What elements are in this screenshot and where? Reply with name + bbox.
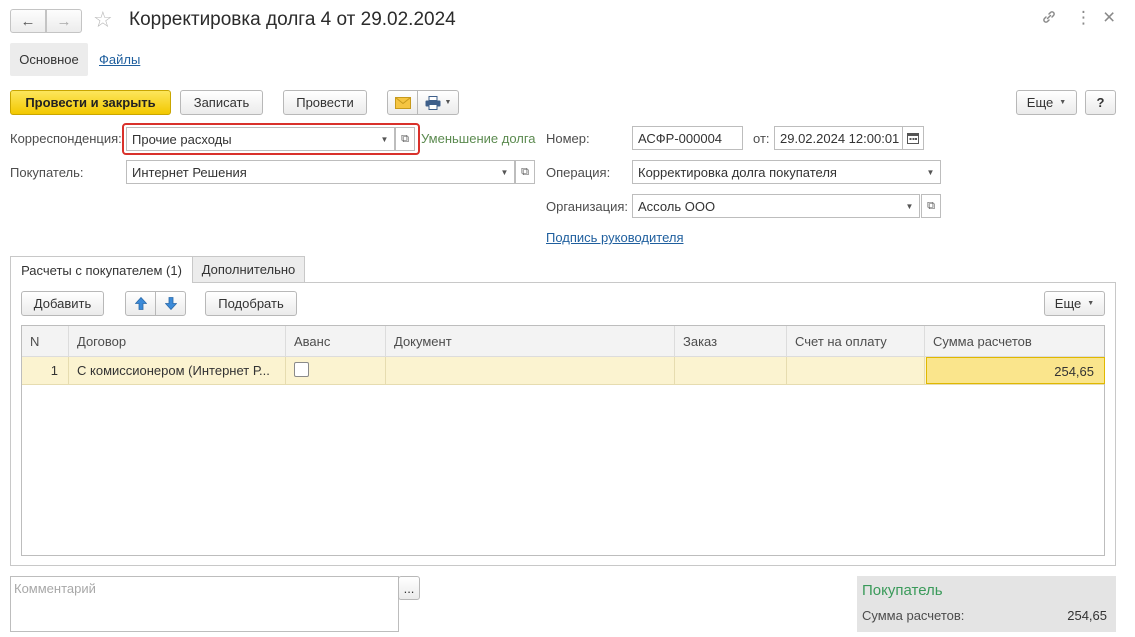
close-icon[interactable]: × [1103, 6, 1115, 30]
organization-field[interactable]: Ассоль ООО [632, 194, 901, 218]
write-button[interactable]: Записать [180, 90, 263, 115]
correspondence-field[interactable]: Прочие расходы [126, 127, 376, 151]
cell-order[interactable] [675, 357, 787, 384]
help-button[interactable]: ? [1085, 90, 1116, 115]
arrow-down-icon [164, 297, 177, 310]
move-down-button[interactable] [155, 291, 186, 316]
column-header-n[interactable]: N [22, 326, 69, 357]
cell-amount[interactable]: 254,65 [926, 357, 1105, 384]
post-and-close-button[interactable]: Провести и закрыть [10, 90, 171, 115]
envelope-icon [394, 96, 411, 109]
tab-additional[interactable]: Дополнительно [193, 256, 305, 283]
buyer-dropdown-icon[interactable]: ▼ [495, 160, 515, 184]
summary-amount-value: 254,65 [1067, 608, 1107, 623]
cell-n[interactable]: 1 [22, 357, 69, 384]
email-button[interactable] [387, 90, 418, 115]
table-row[interactable]: 1 С комиссионером (Интернет Р... 254,65 [22, 357, 1105, 385]
debt-reduction-label: Уменьшение долга [421, 131, 536, 146]
organization-label: Организация: [546, 199, 629, 214]
cell-contract[interactable]: С комиссионером (Интернет Р... [69, 357, 286, 384]
column-header-contract[interactable]: Договор [69, 326, 286, 357]
correspondence-label: Корреспонденция: [10, 131, 122, 146]
comment-field[interactable]: Комментарий [10, 576, 399, 632]
forward-button[interactable]: → [46, 9, 82, 33]
date-label: от: [753, 131, 770, 146]
print-button[interactable]: ▼ [417, 90, 459, 115]
move-up-button[interactable] [125, 291, 156, 316]
summary-panel: Покупатель Сумма расчетов: 254,65 [857, 576, 1116, 632]
arrow-left-icon: ← [20, 12, 36, 30]
column-header-amount[interactable]: Сумма расчетов [925, 326, 1104, 357]
organization-dropdown-icon[interactable]: ▼ [900, 194, 920, 218]
column-header-invoice[interactable]: Счет на оплату [787, 326, 925, 357]
chevron-down-icon: ▼ [1059, 99, 1067, 106]
chevron-down-icon: ▼ [1087, 300, 1095, 307]
buyer-open-icon[interactable]: ⧉ [515, 160, 535, 184]
summary-title: Покупатель [862, 582, 943, 599]
table-more-label: Еще [1054, 296, 1082, 311]
summary-amount-label: Сумма расчетов: [862, 608, 965, 623]
organization-open-icon[interactable]: ⧉ [921, 194, 941, 218]
link-icon[interactable] [1041, 9, 1057, 30]
buyer-label: Покупатель: [10, 165, 84, 180]
number-label: Номер: [546, 131, 590, 146]
more-menu-icon[interactable]: ⋮ [1075, 8, 1092, 28]
back-button[interactable]: ← [10, 9, 46, 33]
settlements-table[interactable]: N Договор Аванс Документ Заказ Счет на о… [21, 325, 1105, 556]
number-field[interactable]: АСФР-000004 [632, 126, 743, 150]
signature-link[interactable]: Подпись руководителя [546, 230, 684, 245]
tab-settlements[interactable]: Расчеты с покупателем (1) [10, 256, 193, 283]
operation-label: Операция: [546, 165, 611, 180]
arrow-right-icon: → [56, 12, 72, 30]
column-header-advance[interactable]: Аванс [286, 326, 386, 357]
tab-main[interactable]: Основное [10, 43, 88, 76]
cell-document[interactable] [386, 357, 675, 384]
operation-field[interactable]: Корректировка долга покупателя [632, 160, 922, 184]
favorite-star-icon[interactable]: ☆ [93, 7, 113, 33]
table-header: N Договор Аванс Документ Заказ Счет на о… [22, 326, 1104, 357]
cell-advance[interactable] [286, 357, 386, 384]
correspondence-dropdown-icon[interactable]: ▼ [375, 127, 395, 151]
more-button-label: Еще [1026, 95, 1054, 110]
operation-dropdown-icon[interactable]: ▼ [921, 160, 941, 184]
date-field[interactable]: 29.02.2024 12:00:01 [774, 126, 903, 150]
calendar-icon[interactable] [902, 126, 924, 150]
arrow-up-icon [134, 297, 147, 310]
post-button[interactable]: Провести [283, 90, 367, 115]
chevron-down-icon: ▼ [444, 99, 452, 106]
advance-checkbox[interactable] [294, 362, 309, 377]
page-title: Корректировка долга 4 от 29.02.2024 [129, 9, 456, 30]
more-button[interactable]: Еще ▼ [1016, 90, 1077, 115]
add-row-button[interactable]: Добавить [21, 291, 104, 316]
buyer-field[interactable]: Интернет Решения [126, 160, 496, 184]
column-header-order[interactable]: Заказ [675, 326, 787, 357]
correspondence-open-icon[interactable]: ⧉ [395, 127, 415, 151]
comment-expand-button[interactable]: ... [398, 576, 420, 600]
pick-button[interactable]: Подобрать [205, 291, 297, 316]
printer-icon [425, 95, 441, 110]
cell-invoice[interactable] [787, 357, 925, 384]
tab-files[interactable]: Файлы [99, 52, 140, 67]
table-more-button[interactable]: Еще ▼ [1044, 291, 1105, 316]
column-header-document[interactable]: Документ [386, 326, 675, 357]
